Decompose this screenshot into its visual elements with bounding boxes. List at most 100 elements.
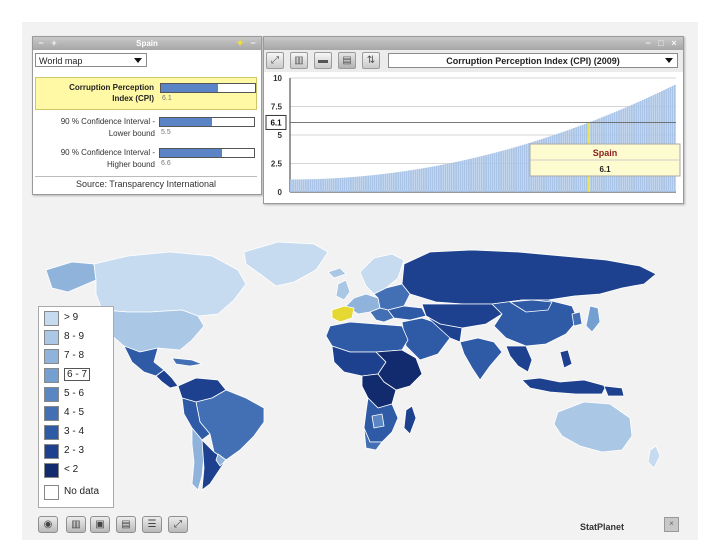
bar-chart-icon[interactable]: ▥	[290, 52, 308, 69]
legend-item[interactable]: 4 - 5	[44, 405, 110, 422]
legend-item[interactable]: 5 - 6	[44, 386, 110, 403]
indicator-bar-fill	[161, 84, 219, 92]
bar	[425, 167, 427, 192]
legend-item[interactable]: No data	[44, 484, 110, 501]
region-australia[interactable]	[553, 401, 633, 453]
y-tick-label: 7.5	[271, 103, 283, 112]
legend-item[interactable]: > 9	[44, 310, 110, 327]
region-russia[interactable]	[401, 249, 657, 305]
region-usa[interactable]	[101, 309, 205, 353]
chevron-down-icon	[665, 58, 673, 63]
world-map[interactable]	[32, 222, 688, 498]
bar	[369, 175, 372, 192]
legend-item[interactable]: 7 - 8	[44, 348, 110, 365]
bar	[300, 179, 303, 192]
close-icon[interactable]: ×	[669, 37, 679, 50]
bar	[358, 176, 361, 192]
table-icon[interactable]: ▤	[338, 52, 356, 69]
bar-chart-icon[interactable]: ▥	[66, 516, 86, 533]
bar	[427, 167, 430, 192]
map-icon[interactable]: ▣	[90, 516, 110, 533]
star-icon[interactable]: ✦	[235, 37, 245, 50]
region-southeast-asia[interactable]	[505, 345, 533, 373]
bar	[365, 175, 367, 192]
region-greenland[interactable]	[243, 241, 329, 287]
bar	[658, 92, 661, 192]
region-japan[interactable]	[585, 305, 601, 333]
region-botswana[interactable]	[371, 413, 385, 429]
eye-icon[interactable]: ◉	[38, 516, 58, 533]
bar	[448, 163, 451, 192]
maximize-icon[interactable]: □	[656, 37, 666, 50]
bar	[474, 157, 477, 192]
region-canada[interactable]	[93, 251, 247, 317]
view-select[interactable]: World map	[35, 53, 147, 67]
region-korea[interactable]	[571, 311, 583, 327]
indicator-row-lower-bound[interactable]: 90 % Confidence Interval - Lower bound 5…	[35, 114, 257, 143]
bar	[341, 177, 344, 192]
table-icon[interactable]: ▤	[116, 516, 136, 533]
brand-label: StatPlanet	[580, 522, 625, 532]
bar	[429, 166, 432, 192]
indicator-select[interactable]: Corruption Perception Index (CPI) (2009)	[388, 53, 678, 68]
region-north-africa[interactable]	[325, 321, 409, 353]
info-panel-titlebar[interactable]: − + Spain ✦ −	[33, 37, 261, 50]
region-spain[interactable]	[331, 305, 355, 323]
region-philippines[interactable]	[559, 349, 573, 369]
chart-area: 0 2.5 5 7.5 10 6.1 Spain 6.1	[264, 74, 683, 200]
legend-item[interactable]: 3 - 4	[44, 424, 110, 441]
bar	[296, 179, 299, 192]
bar	[523, 144, 526, 192]
marker-label: 6.1	[270, 118, 282, 127]
legend-item[interactable]: < 2	[44, 462, 110, 479]
expand-icon[interactable]: ⤢	[266, 52, 284, 69]
region-alaska[interactable]	[45, 261, 97, 293]
bar	[442, 164, 445, 192]
minimize-icon[interactable]: −	[643, 37, 653, 50]
bar	[431, 166, 434, 192]
indicator-label: Corruption Perception	[69, 83, 154, 92]
indicator-row-cpi[interactable]: Corruption Perception Index (CPI) 6.1	[35, 77, 257, 110]
bar	[465, 159, 468, 192]
bar	[506, 149, 509, 192]
layers-icon[interactable]: ☰	[142, 516, 162, 533]
map-legend: > 9 8 - 9 7 - 8 6 - 7 5 - 6 4 - 5 3 - 4 …	[38, 306, 114, 508]
bar	[302, 179, 305, 192]
bar	[317, 178, 320, 192]
legend-label: > 9	[64, 312, 79, 323]
region-uk[interactable]	[335, 279, 351, 301]
bar	[330, 178, 333, 192]
bar	[343, 177, 346, 192]
fullscreen-icon[interactable]: ⤢	[168, 516, 188, 533]
region-new-zealand[interactable]	[647, 445, 661, 469]
map-icon[interactable]: ▬	[314, 52, 332, 69]
close-icon[interactable]: ×	[664, 517, 679, 532]
bar	[315, 179, 318, 192]
legend-item[interactable]: 8 - 9	[44, 329, 110, 346]
bar	[354, 176, 357, 192]
minimize-icon[interactable]: −	[36, 37, 46, 50]
indicator-row-higher-bound[interactable]: 90 % Confidence Interval - Higher bound …	[35, 145, 257, 174]
region-png[interactable]	[603, 385, 625, 397]
region-india[interactable]	[459, 337, 503, 381]
add-icon[interactable]: +	[49, 37, 59, 50]
legend-item[interactable]: 2 - 3	[44, 443, 110, 460]
region-madagascar[interactable]	[403, 405, 417, 435]
region-indonesia[interactable]	[521, 377, 607, 395]
bar	[519, 145, 522, 192]
collapse-icon[interactable]: −	[248, 37, 258, 50]
region-caribbean[interactable]	[171, 357, 203, 367]
cpi-bar-chart[interactable]: 0 2.5 5 7.5 10 6.1 Spain 6.1	[264, 74, 683, 200]
chart-panel-titlebar[interactable]: − □ ×	[264, 37, 683, 50]
legend-label: < 2	[64, 464, 79, 475]
sort-icon[interactable]: ⇅	[362, 52, 380, 69]
legend-label: 3 - 4	[64, 426, 85, 437]
bar	[392, 172, 395, 192]
bar	[654, 94, 657, 192]
chart-panel: − □ × ⤢ ▥ ▬ ▤ ⇅ Corruption Perception In…	[263, 36, 684, 204]
legend-item-selected[interactable]: 6 - 7	[44, 367, 110, 384]
bar	[470, 158, 472, 192]
region-iceland[interactable]	[327, 267, 347, 279]
bar	[367, 175, 370, 192]
bar	[476, 157, 479, 192]
